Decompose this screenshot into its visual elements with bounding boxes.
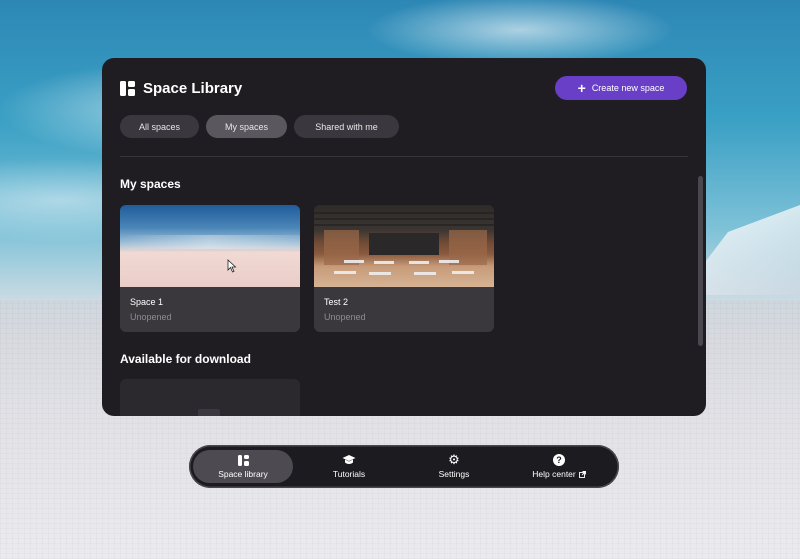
classroom-illustration bbox=[314, 212, 494, 275]
dock-label: Settings bbox=[438, 469, 470, 479]
bottom-dock: Space library Tutorials ⚙ Settings ? Hel… bbox=[189, 445, 619, 488]
create-new-space-label: Create new space bbox=[591, 83, 665, 93]
create-new-space-button[interactable]: + Create new space bbox=[555, 76, 687, 100]
tab-shared-with-me[interactable]: Shared with me bbox=[294, 115, 399, 138]
space-thumbnail bbox=[314, 205, 494, 287]
divider bbox=[120, 156, 688, 157]
dock-item-tutorials[interactable]: Tutorials bbox=[299, 450, 399, 483]
space-status: Unopened bbox=[130, 312, 172, 322]
space-card-test-2[interactable]: Test 2 Unopened bbox=[314, 205, 494, 332]
space-name: Space 1 bbox=[130, 297, 164, 307]
library-icon bbox=[237, 454, 249, 466]
mouse-cursor-icon bbox=[227, 259, 237, 273]
tab-my-spaces[interactable]: My spaces bbox=[206, 115, 287, 138]
external-link-icon bbox=[578, 470, 586, 478]
filter-tabs: All spaces My spaces Shared with me bbox=[120, 115, 399, 138]
space-card-space-1[interactable]: Space 1 Unopened bbox=[120, 205, 300, 332]
my-spaces-heading: My spaces bbox=[120, 177, 181, 191]
graduation-cap-icon bbox=[342, 454, 356, 466]
space-thumbnail bbox=[120, 205, 300, 287]
available-for-download-heading: Available for download bbox=[120, 352, 251, 366]
dock-label: Space library bbox=[218, 469, 268, 479]
plus-icon: + bbox=[577, 80, 586, 96]
dock-label: Tutorials bbox=[332, 469, 366, 479]
dock-label: Help center bbox=[532, 469, 576, 479]
svg-text:?: ? bbox=[556, 455, 562, 465]
library-icon bbox=[120, 81, 135, 96]
panel-header: Space Library bbox=[120, 80, 242, 97]
help-center-label-row: Help center bbox=[532, 469, 586, 479]
download-placeholder-icon bbox=[198, 409, 220, 416]
dock-item-help-center[interactable]: ? Help center bbox=[509, 450, 609, 483]
help-icon: ? bbox=[553, 454, 565, 466]
space-name: Test 2 bbox=[324, 297, 349, 307]
dock-item-space-library[interactable]: Space library bbox=[193, 450, 293, 483]
gear-icon: ⚙ bbox=[448, 452, 460, 467]
download-space-card[interactable] bbox=[120, 379, 300, 416]
dock-item-settings[interactable]: ⚙ Settings bbox=[404, 450, 504, 483]
space-status: Unopened bbox=[324, 312, 366, 322]
scrollbar[interactable] bbox=[698, 176, 703, 346]
tab-all-spaces[interactable]: All spaces bbox=[120, 115, 199, 138]
space-library-panel: Space Library + Create new space All spa… bbox=[102, 58, 706, 416]
page-title: Space Library bbox=[143, 80, 243, 97]
